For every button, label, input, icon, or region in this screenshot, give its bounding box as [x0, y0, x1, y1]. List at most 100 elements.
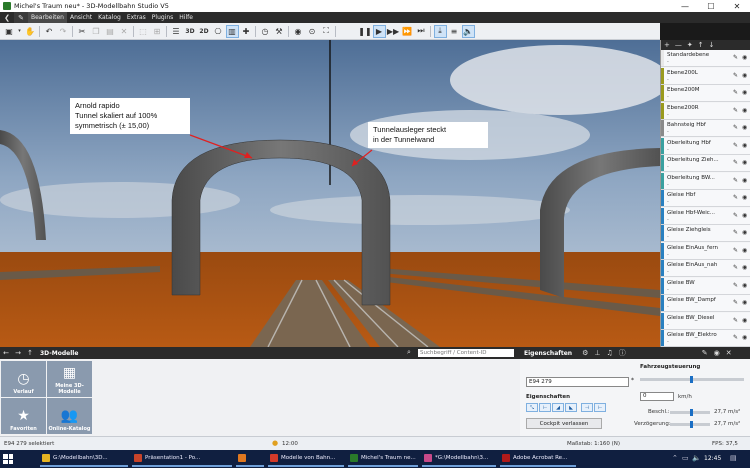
back-icon[interactable]: ❮	[0, 12, 14, 23]
layer-row[interactable]: Gleise Ziehgleis - ✎ ◉	[661, 225, 750, 243]
move-layer-up-button[interactable]: ↑	[698, 41, 704, 49]
light-button[interactable]: ⊣	[581, 403, 593, 412]
layer-pin-icon[interactable]: ✎	[733, 212, 738, 219]
layer-visibility-icon[interactable]: ◉	[742, 107, 747, 114]
layer-row[interactable]: Gleise Hbf - ✎ ◉	[661, 190, 750, 208]
taskbar-app[interactable]: Modelle von Bahn...	[268, 451, 344, 467]
forward-arrow-icon[interactable]: →	[12, 349, 24, 357]
layer-visibility-icon[interactable]: ◉	[742, 89, 747, 96]
3d-viewport[interactable]: Arnold rapido Tunnel skaliert auf 100% s…	[0, 40, 660, 347]
grid-lines-icon[interactable]: ≡	[448, 25, 461, 38]
paste-icon[interactable]: ▤	[104, 25, 117, 38]
layer-visibility-icon[interactable]: ◉	[742, 124, 747, 131]
speed-slider-knob[interactable]	[690, 376, 693, 383]
layer-pin-icon[interactable]: ✎	[733, 177, 738, 184]
mode-icon[interactable]: ⊙	[306, 25, 319, 38]
layer-visibility-icon[interactable]: ◉	[742, 264, 747, 271]
layer-row[interactable]: Ebene200L - ✎ ◉	[661, 67, 750, 85]
layer-row[interactable]: Oberleitung Zieh... - ✎ ◉	[661, 155, 750, 173]
eye-icon[interactable]: ◉	[714, 349, 720, 357]
tile-meine-modelle[interactable]: ▦ Meine 3D-Modelle	[47, 361, 92, 397]
layer-row[interactable]: Gleise BW_Dampf - ✎ ◉	[661, 295, 750, 313]
layer-visibility-icon[interactable]: ◉	[742, 299, 747, 306]
layer-visibility-icon[interactable]: ◉	[742, 212, 747, 219]
layer-pin-icon[interactable]: ✎	[733, 124, 738, 131]
layer-pin-icon[interactable]: ✎	[733, 142, 738, 149]
layer-visibility-icon[interactable]: ◉	[742, 177, 747, 184]
select-icon[interactable]: ⬚	[137, 25, 150, 38]
menu-hilfe[interactable]: Hilfe	[176, 12, 196, 23]
sound-icon[interactable]: 🔈	[461, 24, 475, 38]
close-button[interactable]: ✕	[724, 0, 750, 12]
layer-visibility-icon[interactable]: ◉	[742, 194, 747, 201]
menu-ansicht[interactable]: Ansicht	[67, 12, 95, 23]
align-icon[interactable]: ⊞	[151, 25, 164, 38]
view-2d-button[interactable]: 2D	[198, 25, 211, 38]
layer-pin-icon[interactable]: ✎	[733, 334, 738, 341]
network-icon[interactable]: ▭	[682, 454, 689, 462]
play-icon[interactable]: ▶	[372, 24, 386, 38]
faster-icon[interactable]: ⏩	[401, 25, 414, 38]
menu-katalog[interactable]: Katalog	[95, 12, 124, 23]
menu-plugins[interactable]: Plugins	[149, 12, 177, 23]
back-arrow-icon[interactable]: ←	[0, 349, 12, 357]
clock-icon[interactable]: ◷	[259, 25, 272, 38]
remove-layer-button[interactable]: —	[675, 41, 682, 49]
edit-mode-icon[interactable]: ✎	[14, 12, 28, 23]
maximize-button[interactable]: ☐	[698, 0, 724, 12]
speed-input[interactable]: 0	[640, 392, 674, 401]
add-layer-button[interactable]: +	[664, 41, 670, 49]
layer-row[interactable]: Ebene200M - ✎ ◉	[661, 85, 750, 103]
music-icon[interactable]: ♫	[606, 349, 612, 357]
coupling-button[interactable]: ⤡	[526, 403, 538, 412]
view-3d-button[interactable]: 3D	[184, 25, 197, 38]
taskbar-app[interactable]: Michel's Traum ne...	[348, 451, 418, 467]
taskbar-app[interactable]	[236, 451, 264, 467]
layer-row[interactable]: Oberleitung BW... - ✎ ◉	[661, 172, 750, 190]
hand-icon[interactable]: ✋	[24, 25, 37, 38]
layer-visibility-icon[interactable]: ◉	[742, 54, 747, 61]
gauge-icon[interactable]: ◉	[292, 25, 305, 38]
taskbar-app[interactable]: G:\Modellbahn\3D...	[40, 451, 128, 467]
tile-favoriten[interactable]: ★ Favoriten	[1, 398, 46, 434]
layer-settings-button[interactable]: ✦	[687, 41, 693, 49]
layer-visibility-icon[interactable]: ◉	[742, 282, 747, 289]
wrench-icon[interactable]: ⚒	[273, 25, 286, 38]
gear-icon[interactable]: ⚙	[582, 349, 588, 357]
layer-visibility-icon[interactable]: ◉	[742, 334, 747, 341]
fast-forward-icon[interactable]: ▶▶	[387, 25, 400, 38]
layer-pin-icon[interactable]: ✎	[733, 299, 738, 306]
layer-pin-icon[interactable]: ✎	[733, 54, 738, 61]
taskbar-app[interactable]: Adobe Acrobat Re...	[500, 451, 576, 467]
layer-pin-icon[interactable]: ✎	[733, 159, 738, 166]
volume-icon[interactable]: 🔈	[692, 454, 701, 462]
pause-icon[interactable]: ❚❚	[358, 25, 371, 38]
model-search-input[interactable]: Suchbegriff / Content-ID	[418, 349, 514, 357]
tray-up-icon[interactable]: ⌃	[672, 454, 678, 462]
crosshair-icon[interactable]: ✚	[240, 25, 253, 38]
taskbar-app[interactable]: *G:\Modellbahn\3...	[422, 451, 496, 467]
layer-pin-icon[interactable]: ✎	[733, 89, 738, 96]
layer-row[interactable]: Gleise EinAus_fern - ✎ ◉	[661, 242, 750, 260]
layer-row[interactable]: Gleise EinAus_nah - ✎ ◉	[661, 260, 750, 278]
cockpit-leave-button[interactable]: Cockpit verlassen	[526, 418, 602, 429]
notification-icon[interactable]: ▤	[730, 454, 737, 462]
list-icon[interactable]: ☰	[170, 25, 183, 38]
layer-pin-icon[interactable]: ✎	[733, 229, 738, 236]
move-layer-down-button[interactable]: ↓	[709, 41, 715, 49]
copy-icon[interactable]: ❐	[90, 25, 103, 38]
layer-row[interactable]: Standardebene - ✎ ◉	[661, 50, 750, 68]
delete-icon[interactable]: ✕	[118, 25, 131, 38]
skip-icon[interactable]: ⏭	[415, 25, 428, 38]
layer-row[interactable]: Gleise BW_Diesel - ✎ ◉	[661, 312, 750, 330]
panel-close-icon[interactable]: ✕	[726, 349, 732, 357]
layer-row[interactable]: Bahnsteig Hbf - ✎ ◉	[661, 120, 750, 138]
dropdown-icon[interactable]: ▾	[17, 25, 23, 38]
taskbar-app[interactable]: Präsentation1 - Po...	[132, 451, 232, 467]
redo-icon[interactable]: ↷	[57, 25, 70, 38]
menu-bearbeiten[interactable]: Bearbeiten	[28, 12, 67, 23]
pivot-icon[interactable]: ⊥	[594, 349, 600, 357]
undo-icon[interactable]: ↶	[43, 25, 56, 38]
layer-row[interactable]: Ebene200R - ✎ ◉	[661, 102, 750, 120]
minimize-button[interactable]: —	[672, 0, 698, 12]
